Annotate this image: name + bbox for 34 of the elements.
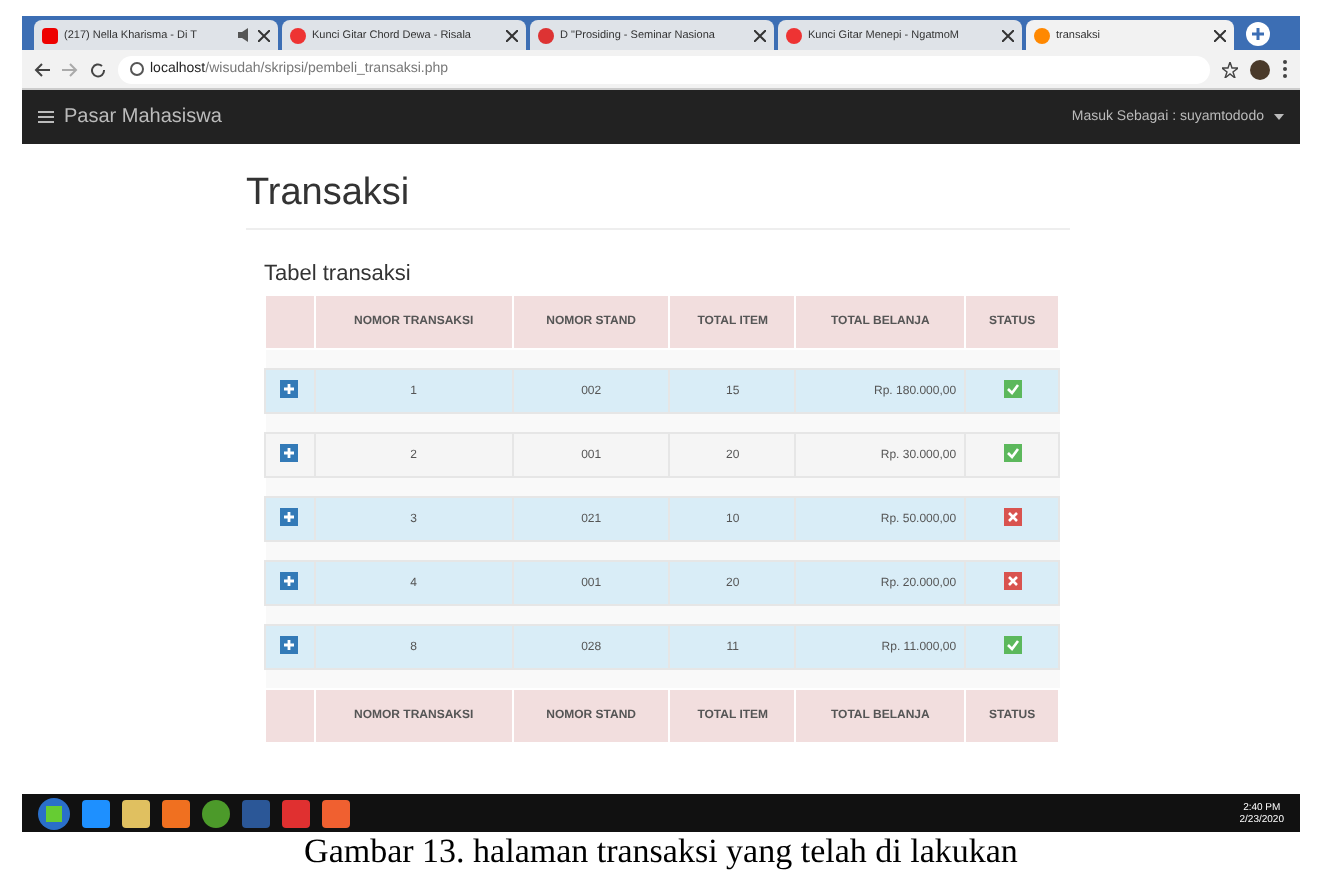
expand-icon[interactable] [280,444,299,462]
taskbar-app-icon[interactable] [162,799,190,827]
taskbar-app-icon[interactable] [202,799,230,827]
site-icon [538,27,554,43]
page-title: Transaksi [246,172,1070,230]
start-icon[interactable] [38,797,70,829]
close-icon[interactable] [754,29,766,41]
site-icon [1034,27,1050,43]
menu-icon[interactable] [1282,60,1288,78]
star-icon[interactable] [1222,61,1238,77]
brand[interactable]: Pasar Mahasiswa [64,106,222,128]
caret-icon [1274,114,1284,120]
taskbar-app-icon[interactable] [82,799,110,827]
site-icon [786,27,802,43]
reload-icon[interactable] [90,61,106,77]
expand-icon[interactable] [280,572,299,590]
close-icon[interactable] [1002,29,1014,41]
taskbar-app-icon[interactable] [122,799,150,827]
info-icon [130,62,144,76]
taskbar-app-icon[interactable] [322,799,350,827]
expand-icon[interactable] [280,380,299,398]
close-icon[interactable] [258,29,270,41]
site-icon [42,27,58,43]
site-icon [290,27,306,43]
figure-caption: Gambar 13. halaman transaksi yang telah di lakukan [302,832,1020,872]
menu-icon[interactable] [38,110,54,124]
new-tab-icon[interactable] [1246,22,1270,46]
avatar-icon[interactable] [1250,59,1270,79]
expand-icon[interactable] [280,508,299,526]
close-icon[interactable] [1214,29,1226,41]
table-title: Tabel transaksi [264,262,413,286]
expand-icon[interactable] [280,636,299,654]
back-icon[interactable] [34,61,50,77]
close-icon[interactable] [506,29,518,41]
